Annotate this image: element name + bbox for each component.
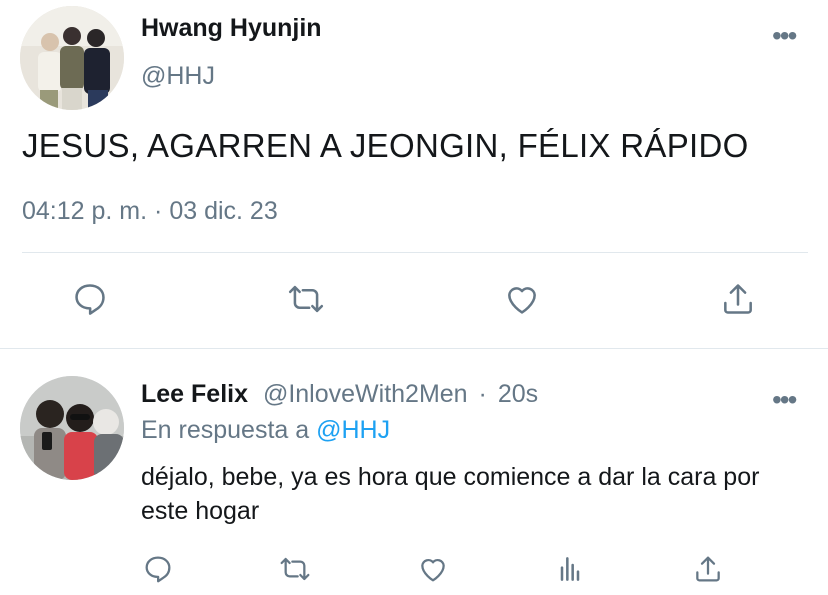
more-options-icon[interactable]: ••• <box>772 20 797 52</box>
retweet-icon[interactable] <box>284 277 328 321</box>
tweet-date[interactable]: 03 dic. 23 <box>169 197 277 225</box>
more-options-icon[interactable]: ••• <box>772 384 797 416</box>
tweet-time[interactable]: 04:12 p. m. <box>22 197 147 225</box>
reply-icon[interactable] <box>138 549 178 589</box>
like-icon[interactable] <box>413 549 453 589</box>
analytics-icon[interactable] <box>550 549 590 589</box>
thread-separator <box>0 348 828 349</box>
share-icon[interactable] <box>688 549 728 589</box>
reply-age[interactable]: 20s <box>498 380 538 408</box>
reply-author-name[interactable]: Lee Felix <box>141 380 248 408</box>
meta-separator: · <box>478 380 487 408</box>
reply-icon[interactable] <box>68 277 112 321</box>
replying-mention-link[interactable]: @HHJ <box>316 416 390 444</box>
replying-prefix: En respuesta a <box>141 416 310 444</box>
author-name[interactable]: Hwang Hyunjin <box>141 14 322 43</box>
avatar-photo <box>20 376 124 480</box>
author-handle[interactable]: @HHJ <box>141 62 215 91</box>
reply-text: déjalo, bebe, ya es hora que comience a … <box>141 463 760 525</box>
tweet-meta: 04:12 p. m. · 03 dic. 23 <box>22 197 278 226</box>
avatar-photo <box>20 6 124 110</box>
tweet-text: JESUS, AGARREN A JEONGIN, FÉLIX RÁPIDO <box>22 127 749 164</box>
divider <box>22 252 808 253</box>
share-icon[interactable] <box>716 277 760 321</box>
replying-to: En respuesta a @HHJ <box>141 416 390 445</box>
reply-author-avatar[interactable] <box>20 376 124 480</box>
like-icon[interactable] <box>500 277 544 321</box>
reply-author-handle[interactable]: @InloveWith2Men <box>263 380 468 408</box>
retweet-icon[interactable] <box>275 549 315 589</box>
reply-header: Lee Felix @InloveWith2Men · 20s <box>141 380 538 409</box>
meta-separator: · <box>154 197 163 225</box>
author-avatar[interactable] <box>20 6 124 110</box>
